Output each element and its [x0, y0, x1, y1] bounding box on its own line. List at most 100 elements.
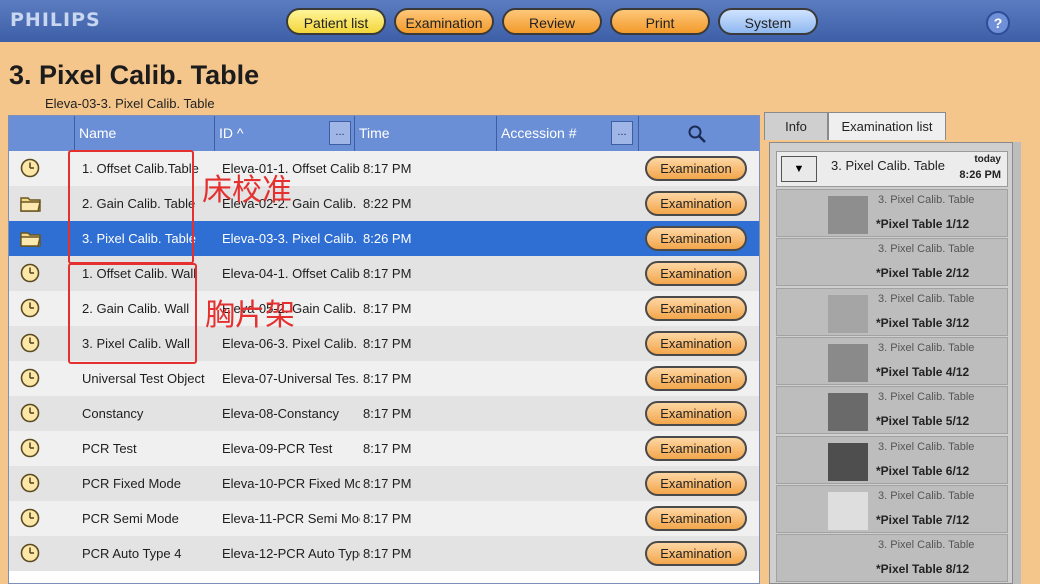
examination-button[interactable]: Examination	[645, 541, 747, 566]
table-row[interactable]: Constancy Eleva-08-Constancy 8:17 PM Examin…	[9, 396, 759, 431]
row-id: Eleva-03-3. Pixel Calib. ...	[222, 231, 360, 246]
clock-icon	[19, 297, 41, 319]
tab-system[interactable]: System	[718, 8, 818, 35]
examination-button[interactable]: Examination	[645, 401, 747, 426]
thumbnail-series: 3. Pixel Calib. Table	[878, 243, 975, 255]
examination-button[interactable]: Examination	[645, 506, 747, 531]
table-header: Name ID ^ ... Time Accession # ...	[9, 116, 759, 151]
image-thumbnail-item[interactable]: 3. Pixel Calib. Table *Pixel Table 7/12	[776, 485, 1008, 533]
row-time: 8:17 PM	[363, 301, 412, 316]
row-id: Eleva-11-PCR Semi Mode	[222, 511, 360, 526]
thumbnail-label: *Pixel Table 7/12	[876, 513, 970, 527]
thumbnail-image	[828, 393, 868, 431]
wall-calib-annotation: 胸片架	[205, 298, 295, 333]
thumbnail-label: *Pixel Table 2/12	[876, 266, 970, 280]
row-name: Universal Test Object	[82, 371, 205, 386]
search-icon[interactable]	[687, 124, 707, 144]
id-filter-button[interactable]: ...	[329, 121, 351, 145]
thumbnail-series: 3. Pixel Calib. Table	[878, 342, 975, 354]
thumbnail-series: 3. Pixel Calib. Table	[878, 539, 975, 551]
selected-exam-header: ▼ 3. Pixel Calib. Table today 8:26 PM	[776, 151, 1008, 187]
row-id: Eleva-09-PCR Test	[222, 441, 333, 456]
row-time: 8:17 PM	[363, 476, 412, 491]
table-row[interactable]: PCR Semi Mode Eleva-11-PCR Semi Mode 8:17 …	[9, 501, 759, 536]
thumbnail-image	[828, 196, 868, 234]
image-thumbnail-item[interactable]: 3. Pixel Calib. Table *Pixel Table 8/12	[776, 534, 1008, 582]
image-thumbnail-item[interactable]: 3. Pixel Calib. Table *Pixel Table 3/12	[776, 288, 1008, 336]
examination-button[interactable]: Examination	[645, 226, 747, 251]
tab-examination[interactable]: Examination	[394, 8, 494, 35]
clock-icon	[19, 472, 41, 494]
row-id: Eleva-04-1. Offset Calib...	[222, 266, 360, 281]
exam-dropdown-button[interactable]: ▼	[781, 156, 817, 182]
row-id: Eleva-12-PCR Auto Type 4	[222, 546, 360, 561]
header-time[interactable]: Time	[355, 116, 497, 151]
accession-filter-button[interactable]: ...	[611, 121, 633, 145]
row-time: 8:17 PM	[363, 546, 412, 561]
row-name: PCR Auto Type 4	[82, 546, 182, 561]
tab-print[interactable]: Print	[610, 8, 710, 35]
search-header-cell	[639, 116, 759, 151]
row-id: Eleva-07-Universal Tes...	[222, 371, 360, 386]
examination-button[interactable]: Examination	[645, 296, 747, 321]
header-name[interactable]: Name	[75, 116, 215, 151]
thumbnail-image	[828, 492, 868, 530]
examination-list-panel: ▼ 3. Pixel Calib. Table today 8:26 PM 3.…	[769, 142, 1013, 584]
clock-icon	[19, 507, 41, 529]
philips-logo: PHILIPS	[10, 9, 101, 31]
image-thumbnail-item[interactable]: 3. Pixel Calib. Table *Pixel Table 5/12	[776, 386, 1008, 434]
thumbnail-label: *Pixel Table 3/12	[876, 316, 970, 330]
help-icon[interactable]: ?	[986, 11, 1010, 35]
examination-button[interactable]: Examination	[645, 156, 747, 181]
selected-exam-title: 3. Pixel Calib. Table	[831, 158, 945, 173]
row-time: 8:17 PM	[363, 371, 412, 386]
row-time: 8:22 PM	[363, 196, 412, 211]
thumbnail-label: *Pixel Table 5/12	[876, 414, 970, 428]
examination-button[interactable]: Examination	[645, 261, 747, 286]
table-row[interactable]: Universal Test Object Eleva-07-Universal …	[9, 361, 759, 396]
row-time: 8:17 PM	[363, 161, 412, 176]
table-row[interactable]: PCR Auto Type 4 Eleva-12-PCR Auto Type 48…	[9, 536, 759, 571]
thumbnail-image	[828, 344, 868, 382]
image-thumbnail-item[interactable]: 3. Pixel Calib. Table *Pixel Table 1/12	[776, 189, 1008, 237]
row-name: PCR Fixed Mode	[82, 476, 181, 491]
examination-button[interactable]: Examination	[645, 331, 747, 356]
thumbnail-image	[828, 443, 868, 481]
tab-review[interactable]: Review	[502, 8, 602, 35]
folder-icon	[19, 192, 41, 214]
thumbnail-label: *Pixel Table 6/12	[876, 464, 970, 478]
table-row[interactable]: PCR Test Eleva-09-PCR Test 8:17 PM Examinat…	[9, 431, 759, 466]
table-calib-annotation: 床校准	[202, 173, 292, 208]
row-time: 8:17 PM	[363, 441, 412, 456]
examination-button[interactable]: Examination	[645, 191, 747, 216]
tab-examination-list[interactable]: Examination list	[828, 112, 946, 140]
examination-button[interactable]: Examination	[645, 366, 747, 391]
top-nav-bar: PHILIPS Patient list Examination Review …	[0, 0, 1040, 42]
clock-icon	[19, 332, 41, 354]
tab-patient-list[interactable]: Patient list	[286, 8, 386, 35]
page-title: 3. Pixel Calib. Table	[9, 60, 260, 90]
image-thumbnail-item[interactable]: 3. Pixel Calib. Table *Pixel Table 6/12	[776, 436, 1008, 484]
row-name: Constancy	[82, 406, 144, 421]
thumbnail-image	[828, 295, 868, 333]
row-time: 8:17 PM	[363, 406, 412, 421]
thumbnail-series: 3. Pixel Calib. Table	[878, 490, 975, 502]
right-panel-tabs: Info Examination list	[764, 112, 1020, 142]
right-panel-scrollbar[interactable]	[1013, 142, 1021, 584]
page-subtitle: Eleva-03-3. Pixel Calib. Table	[45, 96, 215, 111]
folder-icon	[19, 227, 41, 249]
image-thumbnail-item[interactable]: 3. Pixel Calib. Table *Pixel Table 2/12	[776, 238, 1008, 286]
thumbnail-series: 3. Pixel Calib. Table	[878, 441, 975, 453]
examination-button[interactable]: Examination	[645, 436, 747, 461]
examination-button[interactable]: Examination	[645, 471, 747, 496]
image-thumbnail-item[interactable]: 3. Pixel Calib. Table *Pixel Table 4/12	[776, 337, 1008, 385]
row-id: Eleva-10-PCR Fixed Mode	[222, 476, 360, 491]
header-icon-column	[9, 116, 75, 151]
exam-date: today	[974, 154, 1001, 165]
chevron-down-icon: ▼	[793, 163, 805, 175]
row-time: 8:17 PM	[363, 266, 412, 281]
row-name: PCR Semi Mode	[82, 511, 179, 526]
row-id: Eleva-08-Constancy	[222, 406, 340, 421]
table-row[interactable]: PCR Fixed Mode Eleva-10-PCR Fixed Mode8:1…	[9, 466, 759, 501]
tab-info[interactable]: Info	[764, 112, 828, 140]
